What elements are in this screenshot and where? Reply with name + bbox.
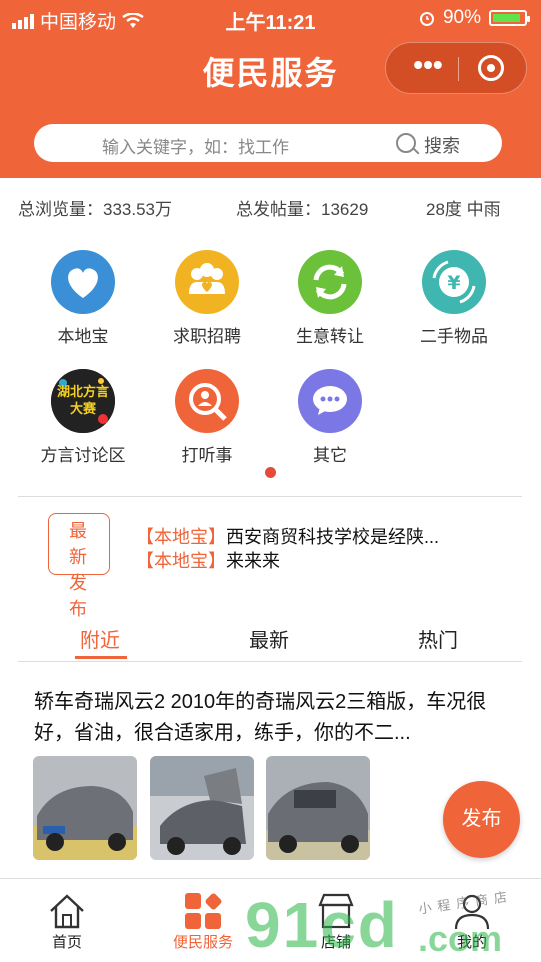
home-icon: [17, 891, 117, 937]
status-bar: 中国移动 上午11:21 90%: [0, 0, 541, 36]
divider: [18, 661, 522, 662]
divider: [18, 496, 522, 497]
alarm-icon: [419, 12, 434, 26]
pager-dot: [265, 467, 276, 478]
people-icon: [175, 250, 239, 314]
category-inquiry[interactable]: 打听事: [147, 369, 267, 466]
search-button[interactable]: 搜索: [424, 132, 460, 158]
category-label: 打听事: [181, 446, 233, 465]
tab-latest[interactable]: 最新: [249, 624, 289, 653]
search-placeholder[interactable]: 输入关键字，如：找工作: [102, 133, 289, 158]
battery-fill: [493, 14, 520, 22]
category-label: 本地宝: [57, 327, 109, 346]
category-label: 其它: [313, 446, 347, 465]
miniprogram-capsule: •••: [385, 42, 527, 94]
latest-badge-line1: 最 新: [69, 521, 93, 567]
tab-nearby[interactable]: 附近: [80, 624, 120, 653]
more-icon: [298, 369, 362, 433]
tabbar-home[interactable]: 首页: [17, 879, 117, 952]
tabbar-services[interactable]: 便民服务: [153, 879, 253, 952]
battery-percent: 90%: [442, 7, 481, 28]
post-photo[interactable]: [266, 756, 370, 860]
category-label: 生意转让: [296, 327, 364, 346]
category-label: 二手物品: [420, 327, 488, 346]
total-views: 总浏览量：333.53万: [18, 200, 172, 219]
news-tag: 【本地宝】: [136, 551, 226, 571]
category-jobs[interactable]: 求职招聘: [147, 250, 267, 347]
dialect-avatar-text: 湖北方言大赛: [56, 384, 109, 416]
site-watermark: 91cd: [245, 889, 399, 961]
inquiry-icon: [175, 369, 239, 433]
close-circle-icon[interactable]: [478, 55, 504, 81]
news-text: 来来来: [226, 551, 280, 571]
publish-button[interactable]: 发布: [443, 781, 520, 858]
search-icon[interactable]: [396, 133, 416, 153]
category-label: 方言讨论区: [40, 446, 126, 465]
search-bar[interactable]: 输入关键字，如：找工作 搜索: [34, 124, 502, 162]
category-other[interactable]: 其它: [270, 369, 390, 466]
heart-icon: [51, 250, 115, 314]
latest-badge-line2: 发 布: [69, 573, 93, 619]
news-tag: 【本地宝】: [136, 527, 226, 547]
active-tab-indicator: [75, 656, 127, 659]
news-text: 西安商贸科技学校是经陕...: [226, 527, 440, 547]
latest-badge: 最 新 发 布: [48, 513, 110, 619]
post-photo[interactable]: [33, 756, 137, 860]
category-business-transfer[interactable]: 生意转让: [270, 250, 390, 347]
capsule-divider: [458, 57, 459, 81]
more-icon[interactable]: •••: [404, 51, 452, 81]
svg-text:¥: ¥: [447, 272, 460, 294]
news-item[interactable]: 【本地宝】来来来: [136, 547, 280, 573]
category-dialect-forum[interactable]: 湖北方言大赛 方言讨论区: [23, 369, 143, 466]
post-text[interactable]: 轿车奇瑞风云2 2010年的奇瑞风云2三箱版，车况很好，省油，很合适家用，练手，…: [34, 687, 510, 749]
weather: 28度 中雨: [426, 200, 501, 219]
category-local-guide[interactable]: 本地宝: [23, 250, 143, 347]
total-posts: 总发帖量：13629: [236, 200, 369, 219]
category-label: 求职招聘: [173, 327, 241, 346]
battery-icon: [489, 10, 530, 26]
refresh-icon: [298, 250, 362, 314]
yuan-icon: ¥: [422, 250, 486, 314]
grid-icon: [153, 891, 253, 937]
category-second-hand[interactable]: ¥ 二手物品: [394, 250, 514, 347]
site-watermark-suffix: .com: [418, 918, 503, 959]
post-photo[interactable]: [150, 756, 254, 860]
dialect-avatar-icon: 湖北方言大赛: [51, 369, 115, 433]
news-item[interactable]: 【本地宝】西安商贸科技学校是经陕...: [136, 523, 439, 549]
tab-hot[interactable]: 热门: [418, 624, 458, 653]
